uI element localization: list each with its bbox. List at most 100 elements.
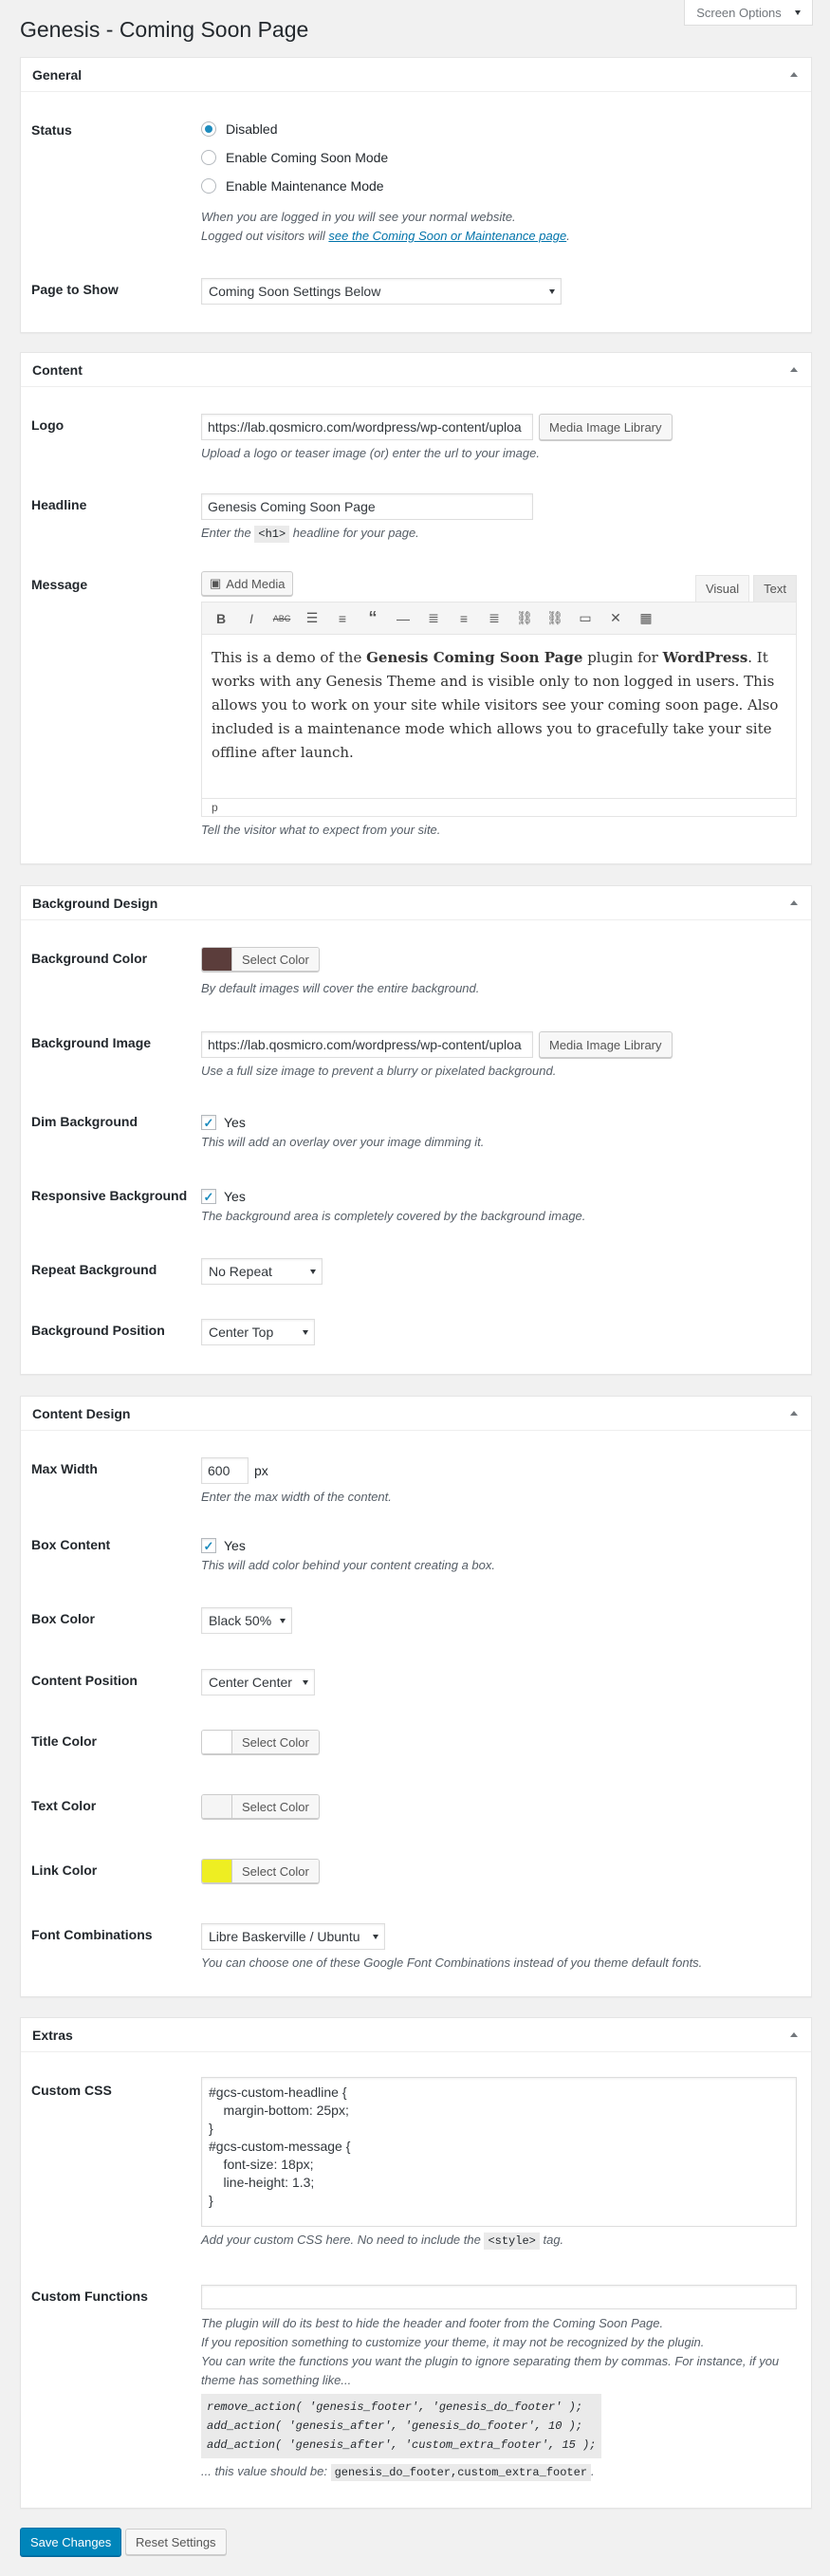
fullscreen-icon[interactable]: ✕ <box>602 606 629 631</box>
collapse-arrow-icon[interactable] <box>790 900 798 905</box>
numbered-list-icon[interactable]: ≡ <box>329 606 356 631</box>
custom-functions-input[interactable] <box>201 2285 797 2309</box>
bg-image-description: Use a full size image to prevent a blurr… <box>201 1064 557 1078</box>
reset-settings-button[interactable]: Reset Settings <box>125 2529 227 2555</box>
chevron-down-icon <box>303 1679 308 1685</box>
headline-input[interactable]: Genesis Coming Soon Page <box>201 493 533 520</box>
checkbox-label: Yes <box>224 1189 246 1204</box>
background-design-panel-title: Background Design <box>32 895 158 911</box>
page-to-show-select[interactable]: Coming Soon Settings Below <box>201 278 562 305</box>
max-width-description: Enter the max width of the content. <box>201 1490 392 1504</box>
radio-checked-icon[interactable] <box>201 121 216 137</box>
status-option-coming-soon[interactable]: Enable Coming Soon Mode <box>201 143 797 172</box>
extras-panel-header[interactable]: Extras <box>21 2018 811 2052</box>
align-center-icon[interactable]: ≡ <box>451 606 477 631</box>
max-width-unit: px <box>254 1463 268 1478</box>
unlink-icon[interactable]: ⛓ <box>542 606 568 631</box>
checkbox-checked-icon[interactable] <box>201 1189 216 1204</box>
bullet-list-icon[interactable]: ☰ <box>299 606 325 631</box>
color-swatch <box>202 1795 232 1818</box>
save-changes-button[interactable]: Save Changes <box>20 2528 122 2556</box>
radio-unchecked-icon[interactable] <box>201 150 216 165</box>
headline-label: Headline <box>31 497 87 512</box>
responsive-bg-description: The background area is completely covere… <box>201 1209 586 1223</box>
coming-soon-page-link[interactable]: see the Coming Soon or Maintenance page <box>328 229 566 243</box>
bg-image-url-input[interactable]: https://lab.qosmicro.com/wordpress/wp-co… <box>201 1031 533 1058</box>
bg-color-label: Background Color <box>31 951 148 966</box>
text-color-picker[interactable]: Select Color <box>201 1794 320 1819</box>
general-panel: General Status Disabled Enable Coming So… <box>20 57 812 333</box>
position-bg-label: Background Position <box>31 1323 165 1338</box>
cf-description-3: You can write the functions you want the… <box>201 2354 780 2387</box>
page-title: Genesis - Coming Soon Page <box>20 17 309 42</box>
content-panel-header[interactable]: Content <box>21 353 811 387</box>
background-design-panel-header[interactable]: Background Design <box>21 886 811 920</box>
select-color-label: Select Color <box>232 948 319 971</box>
screen-options-button[interactable]: Screen Options <box>684 0 813 26</box>
general-panel-header[interactable]: General <box>21 58 811 92</box>
toolbar-toggle-icon[interactable]: ▦ <box>633 606 659 631</box>
color-swatch <box>202 1731 232 1753</box>
blockquote-icon[interactable]: “ <box>360 606 386 631</box>
message-editor[interactable]: B I ABC ☰ ≡ “ — ≣ ≡ ≣ ⛓ ⛓ ▭ ✕ ▦ This is … <box>201 602 797 817</box>
max-width-label: Max Width <box>31 1461 98 1476</box>
content-panel-title: Content <box>32 361 83 378</box>
repeat-bg-label: Repeat Background <box>31 1262 157 1277</box>
logo-description: Upload a logo or teaser image (or) enter… <box>201 446 540 460</box>
select-color-label: Select Color <box>232 1731 319 1753</box>
radio-unchecked-icon[interactable] <box>201 178 216 194</box>
responsive-bg-label: Responsive Background <box>31 1188 188 1203</box>
custom-functions-label: Custom Functions <box>31 2289 148 2304</box>
status-option-maintenance[interactable]: Enable Maintenance Mode <box>201 172 797 200</box>
strikethrough-icon[interactable]: ABC <box>268 606 295 631</box>
chevron-down-icon <box>549 288 555 294</box>
bg-media-library-button[interactable]: Media Image Library <box>539 1031 673 1058</box>
repeat-bg-select[interactable]: No Repeat <box>201 1258 323 1285</box>
responsive-bg-checkbox-row[interactable]: Yes <box>201 1186 797 1207</box>
checkbox-checked-icon[interactable] <box>201 1115 216 1130</box>
logo-media-library-button[interactable]: Media Image Library <box>539 414 673 440</box>
align-right-icon[interactable]: ≣ <box>481 606 507 631</box>
status-option-disabled[interactable]: Disabled <box>201 115 797 143</box>
bg-color-description: By default images will cover the entire … <box>201 981 480 995</box>
max-width-input[interactable]: 600 <box>201 1457 249 1484</box>
bold-icon[interactable]: B <box>208 606 234 631</box>
logo-url-input[interactable]: https://lab.qosmicro.com/wordpress/wp-co… <box>201 414 533 440</box>
italic-icon[interactable]: I <box>238 606 265 631</box>
tab-text[interactable]: Text <box>753 575 797 602</box>
chevron-down-icon <box>280 1618 286 1623</box>
horizontal-line-icon[interactable]: — <box>390 606 416 631</box>
collapse-arrow-icon[interactable] <box>790 367 798 372</box>
content-position-select[interactable]: Center Center <box>201 1669 315 1696</box>
checkbox-checked-icon[interactable] <box>201 1538 216 1553</box>
box-color-select[interactable]: Black 50% <box>201 1607 292 1634</box>
tab-visual[interactable]: Visual <box>694 575 750 602</box>
link-color-picker[interactable]: Select Color <box>201 1859 320 1883</box>
select-value: Coming Soon Settings Below <box>209 284 381 299</box>
radio-label: Enable Maintenance Mode <box>226 178 384 194</box>
link-icon[interactable]: ⛓ <box>511 606 538 631</box>
page-to-show-label: Page to Show <box>31 282 119 297</box>
font-select[interactable]: Libre Baskerville / Ubuntu <box>201 1923 385 1950</box>
collapse-arrow-icon[interactable] <box>790 1411 798 1416</box>
content-panel: Content Logo https://lab.qosmicro.com/wo… <box>20 352 812 864</box>
align-left-icon[interactable]: ≣ <box>420 606 447 631</box>
editor-content[interactable]: This is a demo of the Genesis Coming Soo… <box>202 635 796 798</box>
add-media-button[interactable]: ▣ Add Media <box>201 571 294 596</box>
bg-color-picker[interactable]: Select Color <box>201 947 320 972</box>
content-design-panel-header[interactable]: Content Design <box>21 1397 811 1431</box>
status-description: When you are logged in you will see your… <box>201 210 516 224</box>
dim-bg-description: This will add an overlay over your image… <box>201 1135 485 1149</box>
collapse-arrow-icon[interactable] <box>790 72 798 77</box>
collapse-arrow-icon[interactable] <box>790 2032 798 2037</box>
dim-bg-checkbox-row[interactable]: Yes <box>201 1112 797 1133</box>
read-more-icon[interactable]: ▭ <box>572 606 599 631</box>
position-bg-select[interactable]: Center Top <box>201 1319 315 1345</box>
select-value: Center Top <box>209 1325 274 1340</box>
content-design-panel-title: Content Design <box>32 1405 131 1421</box>
custom-css-description: Add your custom CSS here. No need to inc… <box>201 2233 564 2250</box>
box-content-checkbox-row[interactable]: Yes <box>201 1535 797 1556</box>
custom-css-textarea[interactable]: #gcs-custom-headline { margin-bottom: 25… <box>201 2077 797 2227</box>
cf-description-4: ... this value should be: genesis_do_foo… <box>201 2464 595 2481</box>
title-color-picker[interactable]: Select Color <box>201 1730 320 1754</box>
